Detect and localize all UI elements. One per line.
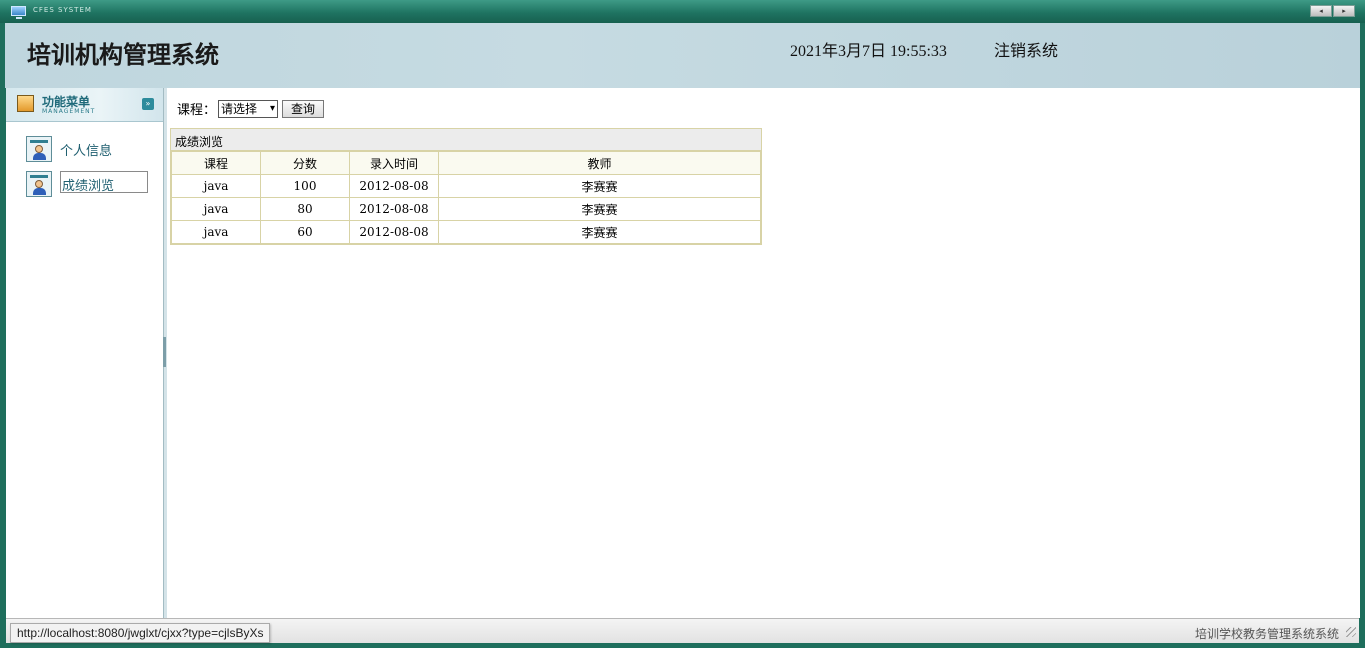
- sidebar: 功能菜单 MANAGEMENT » 个人信息 成绩浏览: [6, 88, 164, 618]
- column-header: 录入时间: [349, 151, 439, 175]
- menu-book-icon: [17, 95, 34, 112]
- status-bar: http://localhost:8080/jwglxt/cjxx?type=c…: [6, 618, 1359, 643]
- chevron-down-icon: ▾: [269, 102, 276, 114]
- table-cell: 李赛赛: [438, 197, 761, 221]
- menu-subtitle: MANAGEMENT: [42, 108, 96, 115]
- window-nav: ◂ ▸: [1310, 5, 1355, 17]
- table-cell: 2012-08-08: [349, 220, 439, 244]
- sidebar-item-personal-info[interactable]: 个人信息: [26, 136, 156, 162]
- page-header: 培训机构管理系统 2021年3月7日 19:55:33 注销系统: [5, 23, 1360, 88]
- column-header: 教师: [438, 151, 761, 175]
- table-row: java 60 2012-08-08 李赛赛: [171, 220, 761, 244]
- table-cell: 李赛赛: [438, 174, 761, 198]
- query-button[interactable]: 查询: [282, 99, 325, 118]
- course-filter: 课程： 请选择 ▾ 查询: [177, 99, 325, 118]
- collapse-icon[interactable]: »: [142, 98, 154, 110]
- link-url-tooltip: http://localhost:8080/jwglxt/cjxx?type=c…: [10, 623, 271, 643]
- prev-button[interactable]: ◂: [1310, 5, 1332, 17]
- splitter-handle[interactable]: [163, 337, 166, 367]
- sidebar-item-grade-browse[interactable]: 成绩浏览: [26, 171, 156, 197]
- sidebar-item-label: 成绩浏览: [60, 171, 148, 194]
- column-header: 分数: [260, 151, 350, 175]
- user-card-icon: [26, 171, 52, 197]
- table-cell: 2012-08-08: [349, 174, 439, 198]
- table-caption: 成绩浏览: [171, 129, 761, 151]
- datetime-display: 2021年3月7日 19:55:33: [790, 43, 947, 60]
- table-cell: java: [171, 174, 261, 198]
- app-window: CFES SYSTEM ◂ ▸ 培训机构管理系统 2021年3月7日 19:55…: [0, 0, 1365, 648]
- system-title: CFES SYSTEM: [33, 6, 92, 14]
- table-header-row: 课程 分数 录入时间 教师: [171, 151, 761, 175]
- course-label: 课程：: [177, 103, 217, 118]
- table-row: java 80 2012-08-08 李赛赛: [171, 197, 761, 221]
- course-select-value: 请选择: [221, 101, 258, 116]
- monitor-icon: [11, 6, 26, 19]
- table-cell: 80: [260, 197, 350, 221]
- logout-link[interactable]: 注销系统: [994, 37, 1058, 61]
- table-cell: 60: [260, 220, 350, 244]
- table-cell: 2012-08-08: [349, 197, 439, 221]
- grade-table: 成绩浏览 课程 分数 录入时间 教师 java 100 2012-08-08 李…: [170, 128, 762, 245]
- sidebar-item-label: 个人信息: [60, 144, 113, 159]
- column-header: 课程: [171, 151, 261, 175]
- footer-text: 培训学校教务管理系统系统: [1194, 627, 1339, 641]
- resize-grip-icon[interactable]: [1346, 627, 1356, 637]
- table-row: java 100 2012-08-08 李赛赛: [171, 174, 761, 198]
- table-cell: 李赛赛: [438, 220, 761, 244]
- user-card-icon: [26, 136, 52, 162]
- menu-header: 功能菜单 MANAGEMENT »: [6, 88, 163, 122]
- table-cell: 100: [260, 174, 350, 198]
- table-cell: java: [171, 197, 261, 221]
- app-title: 培训机构管理系统: [27, 40, 219, 69]
- next-button[interactable]: ▸: [1333, 5, 1355, 17]
- table-cell: java: [171, 220, 261, 244]
- main-content: 课程： 请选择 ▾ 查询 成绩浏览 课程 分数 录入时间 教师 java 100…: [167, 88, 1360, 618]
- title-bar: CFES SYSTEM ◂ ▸: [0, 0, 1365, 23]
- course-select[interactable]: 请选择 ▾: [218, 99, 279, 118]
